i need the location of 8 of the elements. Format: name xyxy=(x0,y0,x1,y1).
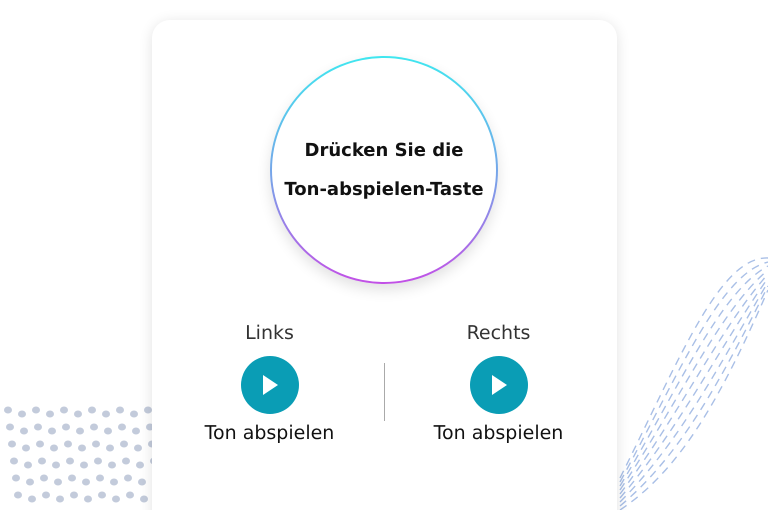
play-label: Ton abspielen xyxy=(204,422,334,444)
play-icon xyxy=(490,375,506,395)
prompt-text: Drücken Sie die xyxy=(304,140,464,161)
channel-label: Links xyxy=(245,322,294,344)
prompt-text: Ton-abspielen-Taste xyxy=(284,179,484,200)
channel-label: Rechts xyxy=(466,322,530,344)
play-icon xyxy=(262,375,278,395)
play-label: Ton abspielen xyxy=(434,422,564,444)
